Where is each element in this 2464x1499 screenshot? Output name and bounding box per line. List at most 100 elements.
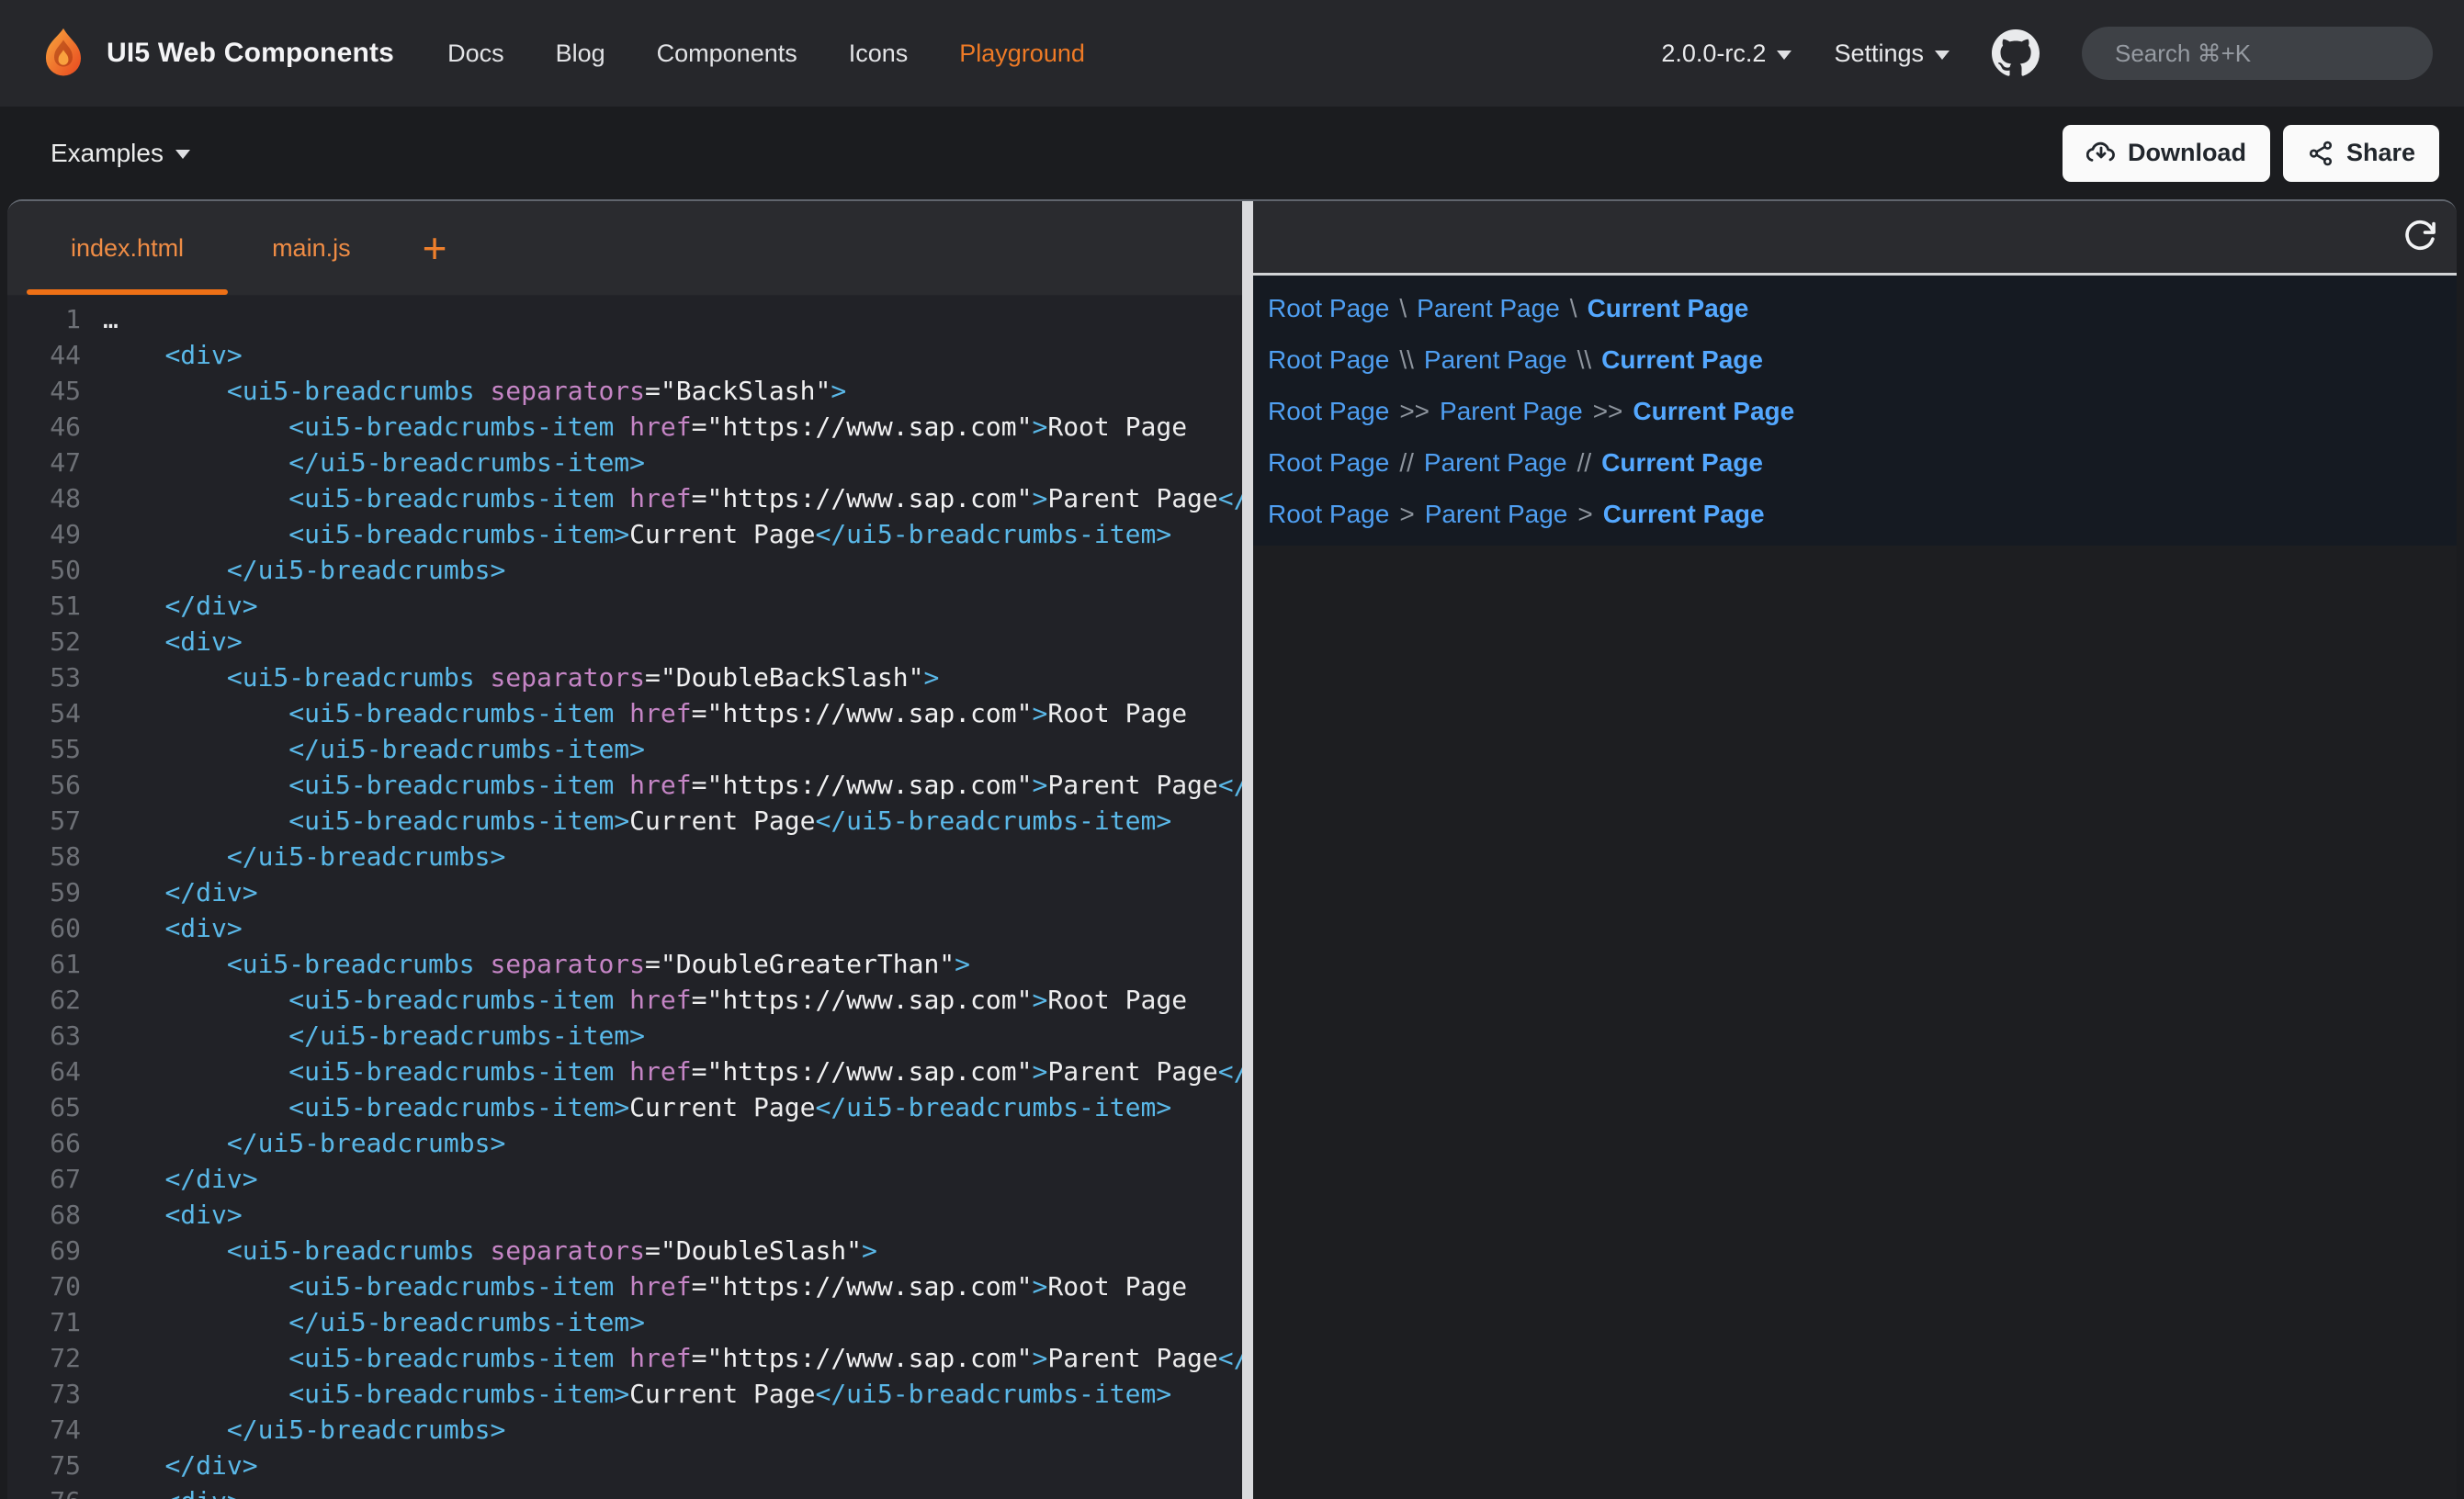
code-text: <ui5-breadcrumbs separators="DoubleSlash… bbox=[81, 1233, 877, 1268]
share-button[interactable]: Share bbox=[2283, 125, 2439, 182]
nav-link-icons[interactable]: Icons bbox=[849, 39, 909, 68]
code-editor[interactable]: 1…44 <div>45 <ui5-breadcrumbs separators… bbox=[7, 296, 1242, 1499]
breadcrumb-separator: > bbox=[1399, 500, 1414, 529]
nav-link-docs[interactable]: Docs bbox=[447, 39, 504, 68]
line-number: 64 bbox=[7, 1054, 81, 1089]
code-text: </div> bbox=[81, 1161, 258, 1197]
refresh-icon bbox=[2402, 219, 2437, 254]
editor-tabs: index.htmlmain.js bbox=[27, 201, 395, 295]
breadcrumb-separator: // bbox=[1399, 448, 1414, 478]
code-text: <ui5-breadcrumbs separators="BackSlash"> bbox=[81, 373, 846, 409]
breadcrumb-current-page: Current Page bbox=[1588, 294, 1749, 323]
code-text: <ui5-breadcrumbs separators="DoubleBackS… bbox=[81, 659, 939, 695]
breadcrumb-link[interactable]: Parent Page bbox=[1424, 345, 1567, 375]
search-input[interactable] bbox=[2115, 39, 2423, 68]
nav-link-playground[interactable]: Playground bbox=[959, 39, 1085, 68]
line-number: 73 bbox=[7, 1376, 81, 1412]
add-tab-button[interactable]: + bbox=[423, 227, 447, 269]
code-line: 76 <div> bbox=[7, 1483, 1242, 1499]
preview-document: Root Page\Parent Page\Current PageRoot P… bbox=[1253, 276, 2457, 546]
share-network-icon bbox=[2307, 140, 2334, 167]
line-number: 51 bbox=[7, 588, 81, 624]
line-number: 52 bbox=[7, 624, 81, 659]
share-label: Share bbox=[2346, 139, 2415, 167]
code-line: 72 <ui5-breadcrumbs-item href="https://w… bbox=[7, 1340, 1242, 1376]
code-text: </ui5-breadcrumbs> bbox=[81, 1125, 505, 1161]
code-line: 58 </ui5-breadcrumbs> bbox=[7, 839, 1242, 874]
version-label: 2.0.0-rc.2 bbox=[1661, 39, 1766, 68]
download-cloud-icon bbox=[2086, 139, 2116, 168]
line-number: 48 bbox=[7, 480, 81, 516]
breadcrumb-row: Root Page\\Parent Page\\Current Page bbox=[1268, 334, 2457, 386]
breadcrumb-link[interactable]: Root Page bbox=[1268, 448, 1389, 478]
code-line: 52 <div> bbox=[7, 624, 1242, 659]
code-line: 44 <div> bbox=[7, 337, 1242, 373]
line-number: 49 bbox=[7, 516, 81, 552]
breadcrumb-link[interactable]: Root Page bbox=[1268, 294, 1389, 323]
line-number: 59 bbox=[7, 874, 81, 910]
tab-index.html[interactable]: index.html bbox=[27, 201, 228, 295]
line-number: 45 bbox=[7, 373, 81, 409]
code-text: <ui5-breadcrumbs separators="DoubleGreat… bbox=[81, 946, 970, 982]
line-number: 57 bbox=[7, 803, 81, 839]
code-line: 65 <ui5-breadcrumbs-item>Current Page</u… bbox=[7, 1089, 1242, 1125]
brand-home-link[interactable]: UI5 Web Components bbox=[37, 27, 394, 80]
code-text: </ui5-breadcrumbs-item> bbox=[81, 1018, 645, 1054]
breadcrumb-link[interactable]: Root Page bbox=[1268, 345, 1389, 375]
download-button[interactable]: Download bbox=[2063, 125, 2270, 182]
line-number: 66 bbox=[7, 1125, 81, 1161]
line-number: 54 bbox=[7, 695, 81, 731]
breadcrumb-separator: \ bbox=[1570, 294, 1577, 323]
breadcrumb-current-page: Current Page bbox=[1601, 345, 1763, 375]
code-line: 56 <ui5-breadcrumbs-item href="https://w… bbox=[7, 767, 1242, 803]
nav-link-blog[interactable]: Blog bbox=[556, 39, 605, 68]
breadcrumb-link[interactable]: Root Page bbox=[1268, 397, 1389, 426]
code-text: </ui5-breadcrumbs-item> bbox=[81, 1304, 645, 1340]
breadcrumb-link[interactable]: Parent Page bbox=[1424, 448, 1567, 478]
line-number: 46 bbox=[7, 409, 81, 445]
brand-title: UI5 Web Components bbox=[107, 38, 394, 69]
version-dropdown[interactable]: 2.0.0-rc.2 bbox=[1661, 39, 1791, 68]
tab-main.js[interactable]: main.js bbox=[228, 201, 395, 295]
code-text: <ui5-breadcrumbs-item href="https://www.… bbox=[81, 1340, 1242, 1376]
code-line: 68 <div> bbox=[7, 1197, 1242, 1233]
nav-link-components[interactable]: Components bbox=[657, 39, 797, 68]
code-line: 48 <ui5-breadcrumbs-item href="https://w… bbox=[7, 480, 1242, 516]
line-number: 76 bbox=[7, 1483, 81, 1499]
playground-container: index.htmlmain.js + 1…44 <div>45 <ui5-br… bbox=[7, 199, 2457, 1499]
code-editor-pane: index.htmlmain.js + 1…44 <div>45 <ui5-br… bbox=[7, 201, 1242, 1499]
breadcrumb-separator: >> bbox=[1399, 397, 1430, 426]
code-line: 63 </ui5-breadcrumbs-item> bbox=[7, 1018, 1242, 1054]
breadcrumb-separator: > bbox=[1577, 500, 1592, 529]
code-line: 53 <ui5-breadcrumbs separators="DoubleBa… bbox=[7, 659, 1242, 695]
github-icon[interactable] bbox=[1992, 29, 2040, 77]
breadcrumb-link[interactable]: Parent Page bbox=[1425, 500, 1568, 529]
breadcrumb-current-page: Current Page bbox=[1601, 448, 1763, 478]
refresh-button[interactable] bbox=[2400, 217, 2440, 257]
examples-dropdown[interactable]: Examples bbox=[51, 139, 190, 168]
search-box[interactable] bbox=[2082, 27, 2433, 80]
breadcrumb-separator: \\ bbox=[1399, 345, 1414, 375]
breadcrumb-current-page: Current Page bbox=[1603, 500, 1765, 529]
code-line: 60 <div> bbox=[7, 910, 1242, 946]
line-number: 68 bbox=[7, 1197, 81, 1233]
line-number: 55 bbox=[7, 731, 81, 767]
toolbar-buttons: Download Share bbox=[2063, 125, 2439, 182]
code-line: 61 <ui5-breadcrumbs separators="DoubleGr… bbox=[7, 946, 1242, 982]
line-number: 75 bbox=[7, 1448, 81, 1483]
pane-resize-handle[interactable] bbox=[1242, 201, 1253, 1499]
code-text: <ui5-breadcrumbs-item href="https://www.… bbox=[81, 1054, 1242, 1089]
breadcrumb-row: Root Page>>Parent Page>>Current Page bbox=[1268, 386, 2457, 437]
examples-label: Examples bbox=[51, 139, 164, 168]
code-line: 49 <ui5-breadcrumbs-item>Current Page</u… bbox=[7, 516, 1242, 552]
code-text: </ui5-breadcrumbs-item> bbox=[81, 731, 645, 767]
code-text: <div> bbox=[81, 910, 243, 946]
breadcrumb-link[interactable]: Parent Page bbox=[1440, 397, 1583, 426]
code-line: 73 <ui5-breadcrumbs-item>Current Page</u… bbox=[7, 1376, 1242, 1412]
line-number: 65 bbox=[7, 1089, 81, 1125]
settings-dropdown[interactable]: Settings bbox=[1834, 39, 1950, 68]
line-number: 50 bbox=[7, 552, 81, 588]
breadcrumb-link[interactable]: Root Page bbox=[1268, 500, 1389, 529]
breadcrumb-link[interactable]: Parent Page bbox=[1417, 294, 1560, 323]
code-line: 75 </div> bbox=[7, 1448, 1242, 1483]
